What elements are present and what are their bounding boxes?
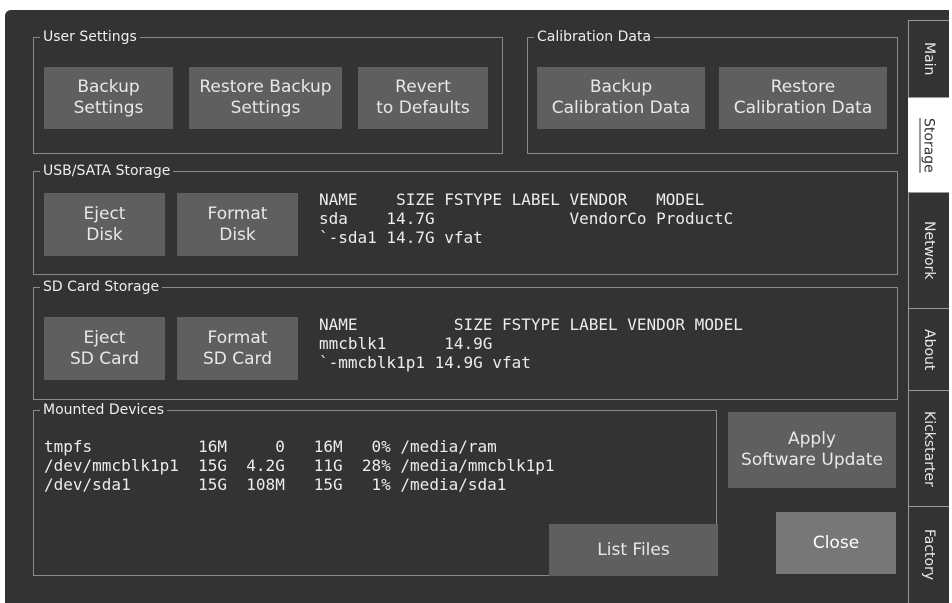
- usb-device-listing: NAME SIZE FSTYPE LABEL VENDOR MODEL sda …: [319, 190, 734, 247]
- backup-settings-button[interactable]: Backup Settings: [44, 67, 173, 129]
- format-sd-card-button[interactable]: Format SD Card: [177, 317, 298, 380]
- tab-about-label: About: [921, 328, 937, 371]
- close-button[interactable]: Close: [776, 512, 896, 574]
- revert-to-defaults-button[interactable]: Revert to Defaults: [358, 67, 488, 129]
- sd-card-storage-title: SD Card Storage: [40, 279, 163, 296]
- tab-main-label: Main: [921, 42, 937, 76]
- usb-sata-storage-title: USB/SATA Storage: [40, 163, 174, 180]
- usb-sata-storage-group: USB/SATA Storage Eject Disk Format Disk …: [33, 163, 898, 275]
- tab-network[interactable]: Network: [908, 192, 949, 308]
- tab-factory-label: Factory: [921, 529, 937, 581]
- list-files-button[interactable]: List Files: [549, 524, 718, 576]
- tab-factory[interactable]: Factory: [908, 506, 949, 603]
- storage-panel: User Settings Backup Settings Restore Ba…: [5, 10, 908, 603]
- storage-settings-window: User Settings Backup Settings Restore Ba…: [5, 10, 949, 603]
- backup-calibration-button[interactable]: Backup Calibration Data: [537, 67, 705, 129]
- calibration-data-title: Calibration Data: [534, 29, 655, 46]
- mounted-devices-group: Mounted Devices tmpfs 16M 0 16M 0% /medi…: [33, 402, 718, 576]
- user-settings-title: User Settings: [40, 29, 140, 46]
- user-settings-group: User Settings Backup Settings Restore Ba…: [33, 29, 503, 154]
- tab-main[interactable]: Main: [908, 20, 949, 97]
- tab-about[interactable]: About: [908, 308, 949, 390]
- eject-sd-card-button[interactable]: Eject SD Card: [44, 317, 165, 380]
- vertical-tab-bar: Main Storage Network About Kickstarter F…: [908, 10, 949, 603]
- eject-disk-button[interactable]: Eject Disk: [44, 193, 165, 256]
- mounted-devices-title: Mounted Devices: [40, 402, 168, 419]
- tab-kickstarter-label: Kickstarter: [921, 410, 937, 487]
- tab-network-label: Network: [921, 221, 937, 280]
- sd-card-device-listing: NAME SIZE FSTYPE LABEL VENDOR MODEL mmcb…: [319, 315, 743, 372]
- tab-storage[interactable]: Storage: [908, 97, 949, 192]
- calibration-data-group: Calibration Data Backup Calibration Data…: [527, 29, 898, 154]
- format-disk-button[interactable]: Format Disk: [177, 193, 298, 256]
- apply-software-update-button[interactable]: Apply Software Update: [728, 412, 896, 488]
- mounted-devices-listing: tmpfs 16M 0 16M 0% /media/ram /dev/mmcbl…: [44, 437, 555, 494]
- tab-kickstarter[interactable]: Kickstarter: [908, 390, 949, 506]
- sd-card-storage-group: SD Card Storage Eject SD Card Format SD …: [33, 279, 898, 400]
- tab-storage-label: Storage: [920, 117, 937, 173]
- restore-calibration-button[interactable]: Restore Calibration Data: [719, 67, 887, 129]
- restore-backup-settings-button[interactable]: Restore Backup Settings: [189, 67, 342, 129]
